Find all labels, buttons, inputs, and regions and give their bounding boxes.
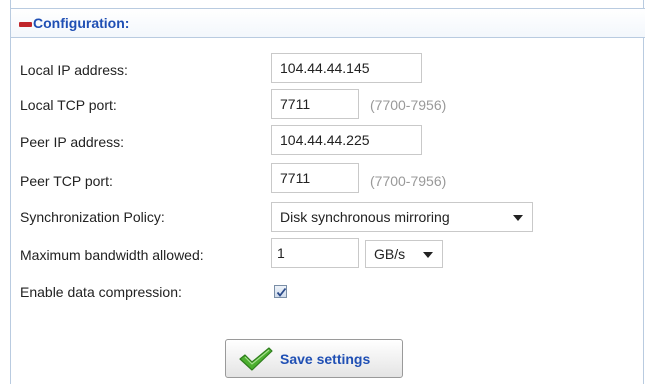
section-title: Configuration: bbox=[33, 15, 130, 31]
checkmark-icon bbox=[239, 347, 273, 371]
local-port-range-hint: (7700-7956) bbox=[370, 97, 447, 113]
save-settings-button[interactable]: Save settings bbox=[225, 339, 403, 378]
compression-checkbox[interactable] bbox=[274, 285, 287, 298]
chevron-down-icon bbox=[513, 215, 523, 221]
bandwidth-label: Maximum bandwidth allowed: bbox=[20, 247, 204, 263]
peer-port-label: Peer TCP port: bbox=[20, 173, 113, 189]
chevron-down-icon bbox=[423, 252, 433, 258]
sync-policy-value: Disk synchronous mirroring bbox=[280, 209, 450, 225]
peer-ip-label: Peer IP address: bbox=[20, 134, 125, 150]
peer-port-input[interactable] bbox=[271, 163, 359, 193]
save-settings-label: Save settings bbox=[280, 351, 371, 367]
local-port-label: Local TCP port: bbox=[20, 97, 117, 113]
sync-policy-label: Synchronization Policy: bbox=[20, 209, 165, 225]
compression-label: Enable data compression: bbox=[20, 284, 182, 300]
collapse-icon[interactable] bbox=[19, 22, 32, 27]
peer-ip-input[interactable] bbox=[271, 125, 422, 155]
peer-port-range-hint: (7700-7956) bbox=[370, 173, 447, 189]
checkmark-icon bbox=[276, 287, 287, 297]
local-port-input[interactable] bbox=[271, 89, 359, 119]
bandwidth-input[interactable] bbox=[271, 238, 359, 268]
section-header[interactable]: Configuration: bbox=[11, 8, 645, 38]
bandwidth-unit-value: GB/s bbox=[374, 246, 406, 262]
bandwidth-unit-select[interactable]: GB/s bbox=[365, 240, 443, 268]
local-ip-input[interactable] bbox=[271, 53, 422, 83]
sync-policy-select[interactable]: Disk synchronous mirroring bbox=[271, 202, 533, 232]
local-ip-label: Local IP address: bbox=[20, 62, 128, 78]
